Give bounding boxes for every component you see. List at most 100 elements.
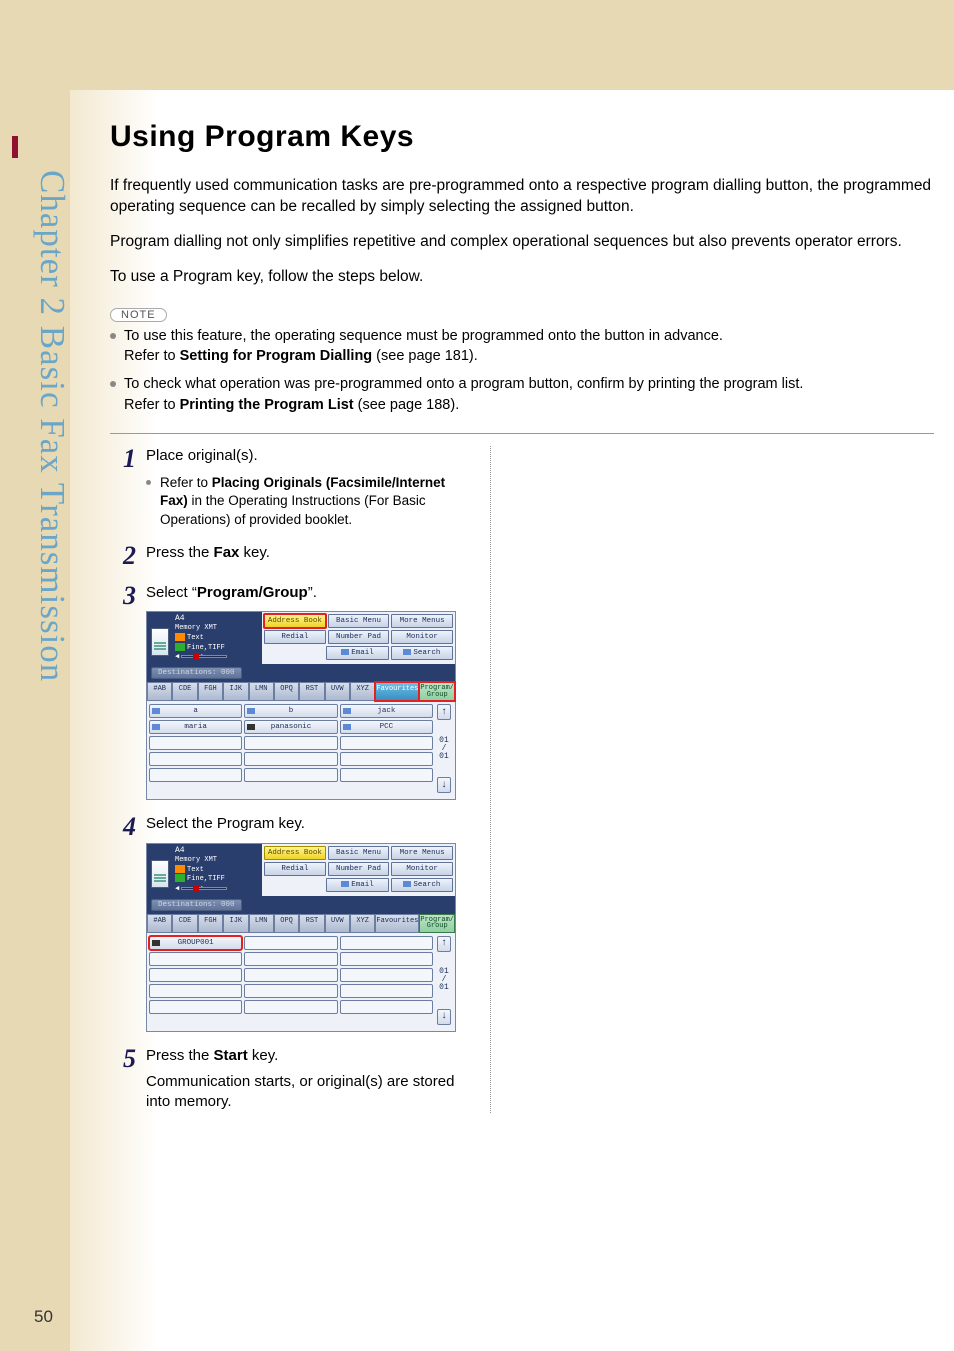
destinations-bar: Destinations: 000 xyxy=(147,896,455,914)
density-slider[interactable]: ◀▶ xyxy=(175,654,258,660)
entry-empty[interactable] xyxy=(244,1000,337,1014)
address-book-button[interactable]: Address Book xyxy=(264,614,326,628)
alpha-tabs: #AB CDE FGH IJK LMN OPQ RST UVW XYZ Favo… xyxy=(147,914,455,933)
page-body: Using Program Keys If frequently used co… xyxy=(70,90,954,1351)
entry-empty[interactable] xyxy=(244,936,337,950)
entry-b[interactable]: b xyxy=(244,704,337,718)
entry-empty[interactable] xyxy=(244,984,337,998)
entry-empty[interactable] xyxy=(244,752,337,766)
step-4: 4 Select the Program key. A4 Memory XMT … xyxy=(110,814,934,1032)
redial-button[interactable]: Redial xyxy=(264,862,326,876)
entry-empty[interactable] xyxy=(149,752,242,766)
tab-fgh[interactable]: FGH xyxy=(198,682,223,701)
tab-lmn[interactable]: LMN xyxy=(249,914,274,933)
scroll-down-button[interactable]: ↓ xyxy=(437,1009,451,1025)
number-pad-button[interactable]: Number Pad xyxy=(328,862,390,876)
accent-bar xyxy=(12,136,18,158)
step-3: 3 Select “Program/Group”. A4 Memory XMT … xyxy=(110,583,934,801)
entry-empty[interactable] xyxy=(149,984,242,998)
entry-empty[interactable] xyxy=(340,768,433,782)
tab-program-group[interactable]: Program/ Group xyxy=(419,682,455,701)
number-pad-button[interactable]: Number Pad xyxy=(328,630,390,644)
tab-ijk[interactable]: IJK xyxy=(223,682,248,701)
entry-empty[interactable] xyxy=(149,768,242,782)
alpha-tabs: #AB CDE FGH IJK LMN OPQ RST UVW XYZ Favo… xyxy=(147,682,455,701)
entry-panasonic[interactable]: panasonic xyxy=(244,720,337,734)
tab-cde[interactable]: CDE xyxy=(172,682,197,701)
intro-p3: To use a Program key, follow the steps b… xyxy=(110,267,934,288)
entry-empty[interactable] xyxy=(340,936,433,950)
entry-empty[interactable] xyxy=(340,952,433,966)
separator xyxy=(110,433,934,434)
entry-empty[interactable] xyxy=(149,736,242,750)
entry-maria[interactable]: maria xyxy=(149,720,242,734)
search-button[interactable]: Search xyxy=(391,878,453,892)
file-icon xyxy=(175,643,185,651)
page-indicator: 01/01 xyxy=(439,737,449,761)
monitor-button[interactable]: Monitor xyxy=(391,630,453,644)
tab-uvw[interactable]: UVW xyxy=(325,682,350,701)
more-menus-button[interactable]: More Menus xyxy=(391,614,453,628)
tab-fgh[interactable]: FGH xyxy=(198,914,223,933)
entry-empty[interactable] xyxy=(244,768,337,782)
page-title: Using Program Keys xyxy=(110,120,934,154)
entry-empty[interactable] xyxy=(149,1000,242,1014)
tab-cde[interactable]: CDE xyxy=(172,914,197,933)
destinations-bar: Destinations: 000 xyxy=(147,664,455,682)
step-2: 2 Press the Fax key. xyxy=(110,543,934,569)
search-button[interactable]: Search xyxy=(391,646,453,660)
note-2: To check what operation was pre-programm… xyxy=(110,374,934,415)
tab-rst[interactable]: RST xyxy=(299,682,324,701)
email-button[interactable]: Email xyxy=(326,646,388,660)
doc-icon xyxy=(151,860,169,888)
entry-pcc[interactable]: PCC xyxy=(340,720,433,734)
entry-empty[interactable] xyxy=(340,1000,433,1014)
tab-ab[interactable]: #AB xyxy=(147,914,172,933)
tab-lmn[interactable]: LMN xyxy=(249,682,274,701)
file-icon xyxy=(175,874,185,882)
basic-menu-button[interactable]: Basic Menu xyxy=(328,614,390,628)
side-tab-text: Chapter 2 Basic Fax Transmission xyxy=(32,170,72,682)
note-badge: NOTE xyxy=(110,308,167,322)
entry-empty[interactable] xyxy=(340,968,433,982)
tab-opq[interactable]: OPQ xyxy=(274,914,299,933)
note-1: To use this feature, the operating seque… xyxy=(110,326,934,367)
intro-p1: If frequently used communication tasks a… xyxy=(110,176,934,218)
more-menus-button[interactable]: More Menus xyxy=(391,846,453,860)
monitor-button[interactable]: Monitor xyxy=(391,862,453,876)
tab-xyz[interactable]: XYZ xyxy=(350,914,375,933)
entry-empty[interactable] xyxy=(340,984,433,998)
tab-favourites[interactable]: Favourites xyxy=(375,682,419,701)
tab-ijk[interactable]: IJK xyxy=(223,914,248,933)
entry-empty[interactable] xyxy=(149,968,242,982)
tab-opq[interactable]: OPQ xyxy=(274,682,299,701)
notes-list: To use this feature, the operating seque… xyxy=(110,326,934,415)
entry-jack[interactable]: jack xyxy=(340,704,433,718)
redial-button[interactable]: Redial xyxy=(264,630,326,644)
tab-ab[interactable]: #AB xyxy=(147,682,172,701)
entry-empty[interactable] xyxy=(244,736,337,750)
device-panel-2: A4 Memory XMT Text Fine,TIFF ◀▶ Address … xyxy=(146,843,456,1032)
tab-program-group[interactable]: Program/ Group xyxy=(419,914,455,933)
entry-group001[interactable]: GROUP001 xyxy=(149,936,242,950)
basic-menu-button[interactable]: Basic Menu xyxy=(328,846,390,860)
entry-a[interactable]: a xyxy=(149,704,242,718)
address-book-button[interactable]: Address Book xyxy=(264,846,326,860)
density-slider[interactable]: ◀▶ xyxy=(175,885,258,891)
entry-empty[interactable] xyxy=(340,752,433,766)
scroll-up-button[interactable]: ↑ xyxy=(437,936,451,952)
entry-empty[interactable] xyxy=(340,736,433,750)
entry-empty[interactable] xyxy=(244,968,337,982)
entry-empty[interactable] xyxy=(244,952,337,966)
scroll-up-button[interactable]: ↑ xyxy=(437,704,451,720)
tab-xyz[interactable]: XYZ xyxy=(350,682,375,701)
email-button[interactable]: Email xyxy=(326,878,388,892)
intro-p2: Program dialling not only simplifies rep… xyxy=(110,232,934,253)
tab-favourites[interactable]: Favourites xyxy=(375,914,419,933)
tab-uvw[interactable]: UVW xyxy=(325,914,350,933)
text-icon xyxy=(175,633,185,641)
entries-grid: GROUP001 xyxy=(147,933,455,1031)
scroll-down-button[interactable]: ↓ xyxy=(437,777,451,793)
tab-rst[interactable]: RST xyxy=(299,914,324,933)
entry-empty[interactable] xyxy=(149,952,242,966)
